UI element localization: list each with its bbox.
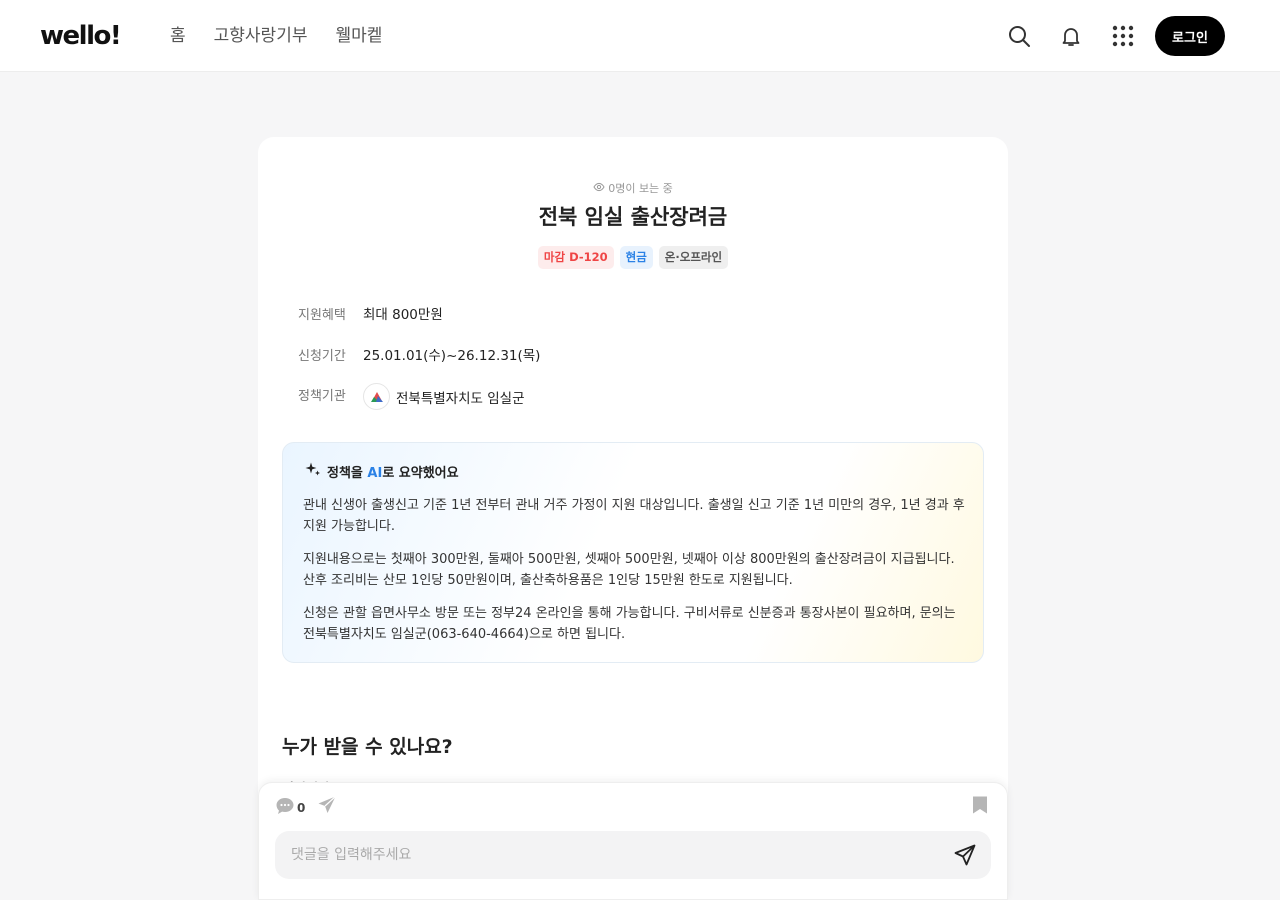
send-icon[interactable]: [953, 843, 977, 867]
bookmark-icon[interactable]: [971, 795, 989, 819]
wello-logo[interactable]: wello!: [40, 20, 122, 52]
login-button[interactable]: 로그인: [1155, 16, 1225, 56]
top-header: wello! 홈 고향사랑기부 웰마켙 로그인: [0, 0, 1280, 72]
comment-input[interactable]: [275, 831, 935, 879]
comment-count-text: 0: [297, 800, 306, 815]
bell-icon[interactable]: [1057, 22, 1085, 50]
main-nav: 홈 고향사랑기부 웰마켙: [170, 24, 382, 48]
nav-hometown-donation[interactable]: 고향사랑기부: [214, 24, 308, 48]
ai-summary-paragraph: 신청은 관할 읍면사무소 방문 또는 정부24 온라인을 통해 가능합니다. 구…: [303, 606, 956, 642]
ai-heading-post: 로 요약했어요: [382, 465, 459, 481]
eye-icon: [593, 182, 605, 195]
info-row-period: 신청기간 25.01.01(수)~26.12.31(목): [298, 344, 540, 364]
ai-heading-pre: 정책을: [327, 465, 368, 481]
channel-badge: 온·오프라인: [658, 246, 729, 269]
cash-badge: 현금: [619, 246, 653, 269]
ai-summary-box: 정책을 AI로 요약했어요 관내 신생아 출생신고 기준 1년 전부터 관내 거…: [282, 442, 984, 663]
info-label: 신청기간: [298, 348, 346, 364]
policy-title: 전북 임실 출산장려금: [538, 205, 728, 229]
nav-home[interactable]: 홈: [170, 24, 186, 48]
speech-bubble-icon: [275, 796, 295, 819]
share-icon[interactable]: [317, 795, 337, 819]
info-label: 지원혜택: [298, 307, 346, 323]
info-value[interactable]: 전북특별자치도 임실군: [396, 387, 525, 407]
ai-summary-paragraph: 관내 신생아 출생신고 기준 1년 전부터 관내 거주 가정이 지원 대상입니다…: [303, 498, 965, 534]
info-value: 25.01.01(수)~26.12.31(목): [363, 348, 541, 364]
info-label: 정책기관: [298, 389, 346, 404]
ai-summary-heading: 정책을 AI로 요약했어요: [305, 461, 459, 481]
apps-grid-icon[interactable]: [1109, 22, 1137, 50]
viewer-count: 0명이 보는 중: [258, 180, 1008, 196]
comment-count[interactable]: 0: [275, 796, 305, 819]
policy-badges: 마감 D-120 현금 온·오프라인: [258, 246, 1008, 269]
sparkle-icon: [305, 461, 321, 481]
info-row-agency: 정책기관 전북특별자치도 임실군: [298, 383, 525, 410]
deadline-badge: 마감 D-120: [537, 246, 614, 269]
ai-summary-paragraph: 지원내용으로는 첫째아 300만원, 둘째아 500만원, 셋째아 500만원,…: [303, 552, 955, 588]
agency-logo-icon: [363, 383, 390, 410]
ai-heading-ai: AI: [367, 465, 383, 481]
info-value: 최대 800만원: [363, 307, 443, 323]
viewer-count-text: 0명이 보는 중: [608, 182, 673, 195]
eligibility-section-title: 누가 받을 수 있나요?: [282, 736, 453, 758]
comment-input-wrapper: [275, 831, 991, 879]
search-icon[interactable]: [1005, 22, 1033, 50]
nav-wellmarket[interactable]: 웰마켙: [335, 24, 382, 48]
info-row-benefit: 지원혜택 최대 800만원: [298, 303, 443, 323]
comment-bar: 0: [258, 782, 1008, 900]
